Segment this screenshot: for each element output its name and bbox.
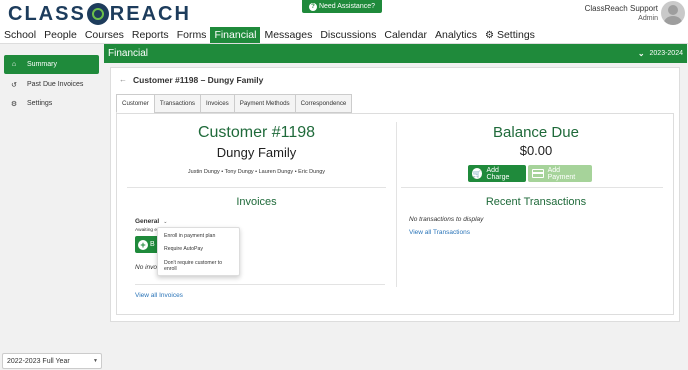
- add-payment-label: Add Payment: [547, 166, 576, 181]
- user-name[interactable]: ClassReach Support: [585, 4, 658, 13]
- nav-item-people[interactable]: People: [40, 27, 81, 43]
- nav-item-settings[interactable]: ⚙ Settings: [481, 27, 539, 43]
- invoices-heading: Invoices: [236, 196, 277, 208]
- chevron-down-icon: ⌄: [637, 49, 645, 58]
- tab-customer[interactable]: Customer: [116, 94, 155, 113]
- school-year-select[interactable]: 2022-2023 Full Year ▼: [2, 353, 102, 369]
- nav-item-courses[interactable]: Courses: [81, 27, 128, 43]
- year-selector[interactable]: ⌄ 2023-2024: [638, 49, 683, 58]
- page-title: Customer #1198 – Dungy Family: [133, 75, 264, 85]
- gear-icon: ⚙: [485, 29, 494, 41]
- general-group-toggle[interactable]: General ⌄: [135, 218, 167, 225]
- sidebar-item-summary[interactable]: ⌂ Summary: [4, 55, 99, 74]
- divider: [127, 187, 386, 188]
- tab-invoices[interactable]: Invoices: [200, 94, 235, 113]
- need-assistance-label: Need Assistance?: [318, 3, 376, 10]
- general-group-label: General: [135, 218, 160, 225]
- sidebar-item-label: Settings: [27, 100, 53, 107]
- nav-item-discussions[interactable]: Discussions: [316, 27, 380, 43]
- add-invoice-label: B: [150, 241, 155, 248]
- nav-item-reports[interactable]: Reports: [128, 27, 173, 43]
- section-header: Financial ⌄ 2023-2024: [104, 44, 687, 63]
- customer-tabs: Customer Transactions Invoices Payment M…: [116, 94, 353, 113]
- customer-number: Customer #1198: [197, 124, 316, 141]
- balance-due-label: Balance Due: [493, 124, 579, 141]
- menu-item-require-autopay[interactable]: Require AutoPay: [164, 246, 236, 252]
- menu-item-dont-require-enroll[interactable]: Don't require customer to enroll: [164, 260, 236, 272]
- year-label: 2023-2024: [649, 50, 683, 57]
- sidebar-item-label: Summary: [27, 61, 57, 68]
- cart-icon: 🛒: [472, 168, 483, 179]
- classreach-logo[interactable]: CLASS REACH: [8, 2, 191, 26]
- general-options-menu: Enroll in payment plan Require AutoPay D…: [157, 227, 240, 276]
- top-bar: CLASS REACH ? Need Assistance? ClassReac…: [0, 0, 688, 27]
- customer-family-name: Dungy Family: [216, 145, 297, 160]
- add-charge-label: Add Charge: [486, 166, 510, 181]
- sidebar-item-past-due-invoices[interactable]: ↺ Past Due Invoices: [4, 75, 99, 94]
- nav-item-forms[interactable]: Forms: [173, 27, 211, 43]
- view-all-invoices-link[interactable]: View all Invoices: [135, 292, 183, 299]
- sidebar-item-label: Past Due Invoices: [27, 81, 84, 88]
- add-payment-button[interactable]: Add Payment: [528, 165, 592, 182]
- add-charge-button[interactable]: 🛒 Add Charge: [468, 165, 526, 182]
- section-title: Financial: [108, 48, 149, 59]
- chevron-down-icon: ⌄: [163, 218, 168, 225]
- question-icon: ?: [308, 2, 317, 11]
- school-year-value: 2022-2023 Full Year: [7, 357, 70, 365]
- view-all-transactions-link[interactable]: View all Transactions: [409, 229, 470, 236]
- nav-item-financial[interactable]: Financial: [210, 27, 261, 43]
- tab-payment-methods[interactable]: Payment Methods: [233, 94, 296, 113]
- avatar[interactable]: [661, 1, 685, 25]
- tab-correspondence[interactable]: Correspondence: [294, 94, 353, 113]
- nav-item-messages[interactable]: Messages: [260, 27, 316, 43]
- gear-icon: ⚙: [10, 100, 18, 108]
- tab-content: Customer #1198 Dungy Family Justin Dungy…: [116, 113, 674, 315]
- tab-transactions[interactable]: Transactions: [153, 94, 202, 113]
- main-nav: School People Courses Reports Forms Fina…: [0, 27, 688, 44]
- customer-card: ← Customer #1198 – Dungy Family Customer…: [110, 67, 680, 322]
- divider: [401, 187, 663, 188]
- sidebar: ⌂ Summary ↺ Past Due Invoices ⚙ Settings…: [0, 44, 104, 370]
- no-invoices-text: No invoi: [135, 264, 159, 271]
- menu-item-enroll-payment-plan[interactable]: Enroll in payment plan: [164, 233, 236, 239]
- back-arrow-icon[interactable]: ←: [119, 75, 127, 84]
- nav-item-settings-label: Settings: [496, 29, 535, 41]
- user-role: Admin: [638, 15, 658, 22]
- balance-due-value: $0.00: [519, 143, 553, 158]
- logo-text-left: CLASS: [8, 2, 86, 25]
- sidebar-item-settings[interactable]: ⚙ Settings: [4, 94, 99, 113]
- family-members: Justin Dungy • Tony Dungy • Lauren Dungy…: [187, 169, 326, 175]
- credit-card-icon: [532, 169, 544, 178]
- awaiting-status: Awaiting e: [135, 228, 158, 233]
- nav-item-calendar[interactable]: Calendar: [380, 27, 431, 43]
- no-transactions-text: No transactions to display: [409, 216, 484, 223]
- nav-item-school[interactable]: School: [0, 27, 40, 43]
- recent-transactions-heading: Recent Transactions: [485, 196, 587, 208]
- nav-item-analytics[interactable]: Analytics: [431, 27, 481, 43]
- caret-down-icon: ▼: [93, 358, 98, 364]
- logo-text-right: REACH: [109, 2, 191, 25]
- globe-icon: [86, 3, 109, 25]
- plus-icon: +: [138, 239, 148, 250]
- divider: [135, 284, 385, 285]
- history-icon: ↺: [11, 81, 17, 89]
- need-assistance-button[interactable]: ? Need Assistance?: [302, 0, 382, 13]
- home-icon: ⌂: [11, 61, 17, 68]
